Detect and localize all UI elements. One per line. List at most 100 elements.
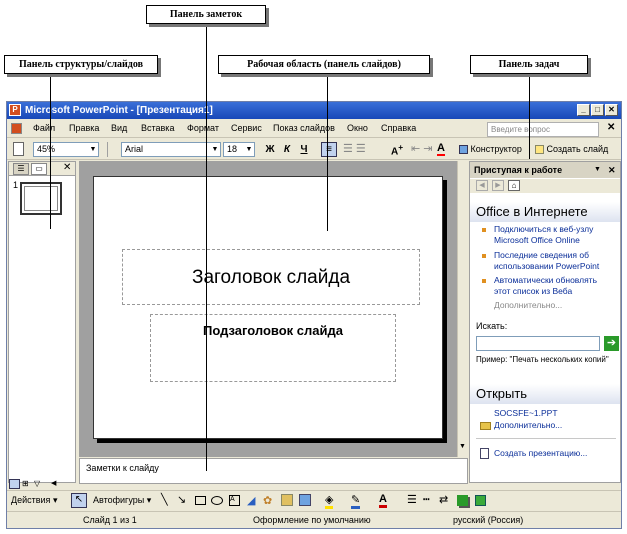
font-color-icon[interactable]: A	[437, 142, 445, 156]
3d-icon[interactable]	[475, 495, 486, 506]
font-value: Arial	[125, 144, 144, 154]
pointer-line-outline	[50, 75, 51, 229]
folder-icon	[480, 422, 491, 430]
task-pane-title: Приступая к работе	[474, 165, 563, 175]
link-more[interactable]: Дополнительно...	[494, 300, 562, 311]
open-heading: Открыть	[470, 384, 620, 404]
textbox-icon[interactable]: A	[229, 495, 240, 506]
arrow-style-icon[interactable]: ⇄	[439, 493, 448, 506]
rectangle-icon[interactable]	[195, 496, 206, 505]
pane-tabs: ☰ ▭ ✕	[9, 162, 75, 176]
menu-view[interactable]: Вид	[111, 123, 127, 133]
align-left-icon[interactable]: ≡	[321, 142, 337, 157]
select-arrow-icon[interactable]: ↖	[71, 493, 87, 508]
bullet-icon	[482, 228, 486, 232]
title-placeholder[interactable]: Заголовок слайда	[122, 249, 420, 305]
scroll-down-icon[interactable]: ▼	[459, 443, 466, 450]
autoshapes-menu[interactable]: Автофигуры ▾	[93, 495, 151, 506]
close-icon[interactable]: ✕	[608, 162, 616, 178]
bullet-icon	[482, 279, 486, 283]
pointer-line-notes	[206, 25, 207, 471]
task-pane-nav: ◀ ▶ ⌂	[470, 179, 620, 193]
new-slide-button[interactable]: Создать слайд	[535, 144, 609, 155]
diagram-icon[interactable]: ✿	[263, 494, 272, 507]
indent-icon[interactable]: ⇤ ⇥	[411, 142, 433, 155]
question-input[interactable]: Введите вопрос	[487, 122, 599, 137]
pointer-line-task	[529, 75, 530, 159]
subtitle-placeholder[interactable]: Подзаголовок слайда	[150, 314, 396, 382]
search-example: Пример: "Печать нескольких копий"	[476, 355, 609, 364]
notes-text: Заметки к слайду	[86, 463, 159, 473]
callout-notes-pane: Панель заметок	[146, 5, 266, 24]
notes-pane[interactable]: Заметки к слайду	[79, 458, 468, 484]
back-icon[interactable]: ◀	[476, 180, 488, 191]
clipart-icon[interactable]	[281, 494, 293, 506]
outline-tab[interactable]: ☰	[13, 163, 29, 175]
new-slide-label: Создать слайд	[546, 144, 609, 154]
link-auto-update[interactable]: Автоматически обновлять этот список из В…	[494, 275, 614, 297]
sorter-view-icon[interactable]: ⊞	[22, 479, 29, 488]
menu-file[interactable]: Файл	[33, 123, 55, 133]
dash-style-icon[interactable]: ┅	[423, 493, 430, 506]
go-arrow-icon[interactable]: ➔	[604, 336, 619, 351]
bold-button[interactable]: Ж	[263, 142, 277, 157]
line-style-icon[interactable]: ☰	[407, 493, 417, 506]
open-more-link[interactable]: Дополнительно...	[494, 420, 562, 431]
slides-tab[interactable]: ▭	[31, 163, 47, 175]
italic-button[interactable]: К	[280, 142, 294, 157]
actions-label: Действия	[11, 495, 51, 505]
menu-help[interactable]: Справка	[381, 123, 416, 133]
menu-slideshow[interactable]: Показ слайдов	[273, 123, 335, 133]
chevron-down-icon[interactable]: ▼	[594, 162, 601, 178]
oval-icon[interactable]	[211, 496, 223, 505]
slide-work-area: Заголовок слайда Подзаголовок слайда	[79, 161, 457, 457]
actions-menu[interactable]: Действия ▾	[11, 495, 57, 506]
normal-view-icon[interactable]	[9, 479, 20, 489]
wordart-icon[interactable]: ◢	[247, 494, 255, 507]
menu-tools[interactable]: Сервис	[231, 123, 262, 133]
fill-color-icon[interactable]: ◈	[325, 493, 334, 509]
status-design: Оформление по умолчанию	[253, 515, 371, 525]
menu-edit[interactable]: Правка	[69, 123, 99, 133]
minimize-button[interactable]: _	[577, 104, 590, 116]
picture-icon[interactable]	[299, 494, 311, 506]
font-size-select[interactable]: 18 ▼	[223, 142, 255, 157]
vertical-scrollbar[interactable]: ▼	[457, 161, 468, 457]
window-title: Microsoft PowerPoint - [Презентация1]	[25, 105, 213, 116]
close-doc-icon[interactable]: ✕	[607, 122, 615, 133]
scroll-left-icon[interactable]: ◀	[51, 479, 56, 487]
toolbar-separator	[107, 142, 108, 157]
close-pane-icon[interactable]: ✕	[63, 162, 71, 173]
menu-format[interactable]: Формат	[187, 123, 219, 133]
close-button[interactable]: ✕	[605, 104, 618, 116]
shadow-icon[interactable]	[457, 495, 468, 506]
zoom-select[interactable]: 45% ▼	[33, 142, 99, 157]
maximize-button[interactable]: □	[591, 104, 604, 116]
designer-button[interactable]: Конструктор	[459, 144, 522, 155]
link-office-online[interactable]: Подключиться к веб-узлу Microsoft Office…	[494, 224, 614, 246]
line-color-icon[interactable]: ✎	[351, 493, 361, 509]
menu-window[interactable]: Окно	[347, 123, 368, 133]
font-grow-icon[interactable]: A+	[391, 142, 403, 157]
chevron-down-icon: ▼	[211, 146, 219, 153]
home-icon[interactable]: ⌂	[508, 180, 520, 191]
slide-thumbnail[interactable]	[20, 182, 62, 215]
link-latest-news[interactable]: Последние сведения об использовании Powe…	[494, 250, 614, 272]
font-color-draw-icon[interactable]: A	[379, 493, 387, 508]
new-doc-icon[interactable]	[13, 142, 24, 156]
recent-file-link[interactable]: SOCSFE~1.PPT	[494, 408, 558, 419]
line-icon[interactable]: ╲	[161, 493, 168, 506]
status-slide: Слайд 1 из 1	[83, 515, 137, 525]
menu-insert[interactable]: Вставка	[141, 123, 174, 133]
create-presentation-link[interactable]: Создать презентацию...	[494, 448, 587, 459]
status-bar: Слайд 1 из 1 Оформление по умолчанию рус…	[7, 511, 621, 528]
powerpoint-icon: P	[9, 104, 21, 116]
underline-button[interactable]: Ч	[297, 142, 311, 157]
doc-icon[interactable]	[11, 123, 22, 134]
slideshow-view-icon[interactable]: ▽	[34, 479, 40, 488]
list-icon[interactable]: ☰ ☰	[343, 142, 366, 155]
arrow-icon[interactable]: ↘	[177, 493, 186, 506]
forward-icon[interactable]: ▶	[492, 180, 504, 191]
slide-canvas[interactable]: Заголовок слайда Подзаголовок слайда	[93, 176, 443, 439]
search-input[interactable]	[476, 336, 600, 351]
